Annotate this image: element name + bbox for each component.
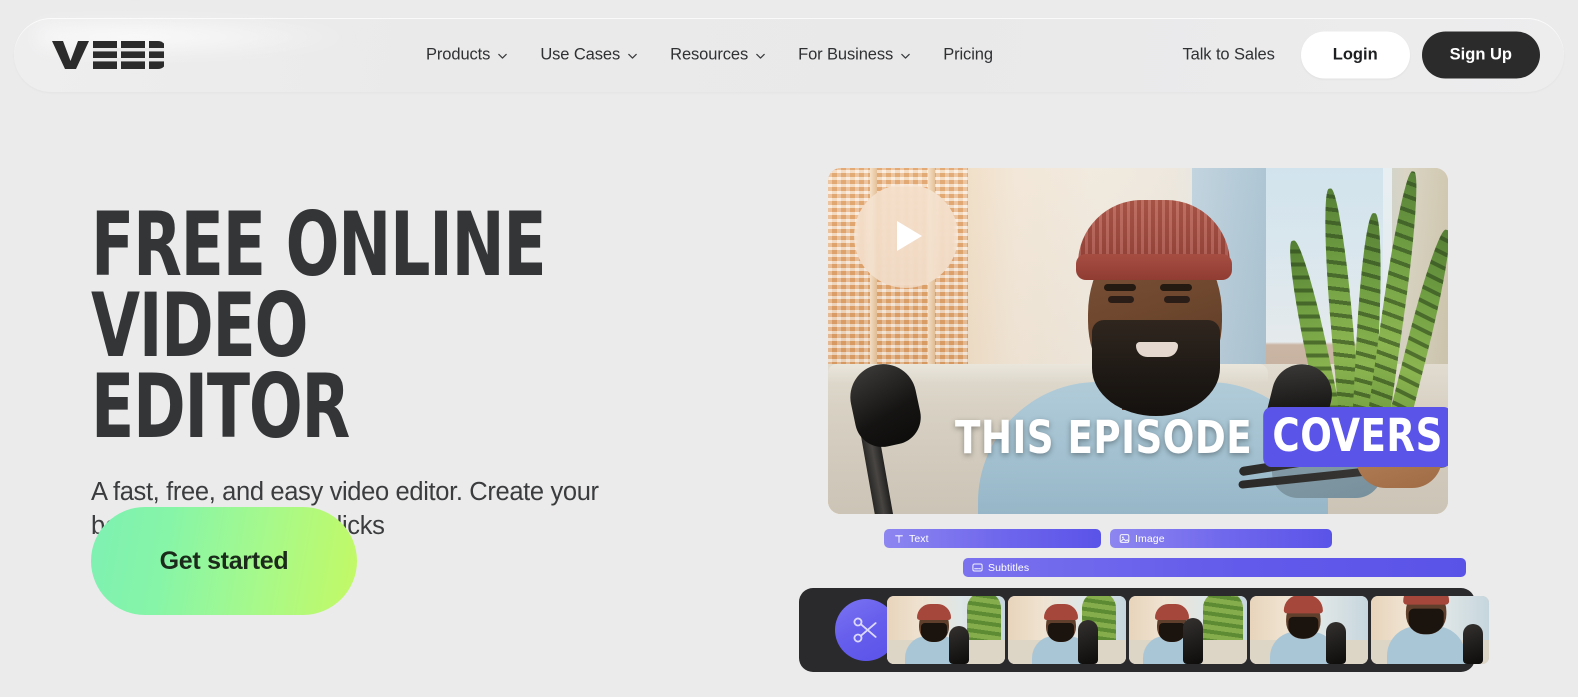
scissors-icon — [853, 617, 877, 643]
image-icon — [1119, 533, 1130, 544]
nav-item-resources-label: Resources — [670, 45, 749, 64]
video-preview[interactable]: THIS EPISODE COVERS — [828, 168, 1448, 514]
hero-left-column: FREE ONLINE VIDEO EDITOR A fast, free, a… — [91, 193, 731, 615]
veed-logo[interactable] — [52, 39, 164, 71]
timeline-clip-subtitles-label: Subtitles — [988, 561, 1030, 574]
page-title: FREE ONLINE VIDEO EDITOR — [91, 193, 547, 458]
nav-item-use-cases-label: Use Cases — [540, 45, 621, 64]
text-icon — [893, 533, 904, 544]
timeline-thumbnails — [887, 596, 1489, 664]
chevron-down-icon — [755, 51, 766, 62]
thumbnail-1[interactable] — [887, 596, 1005, 664]
thumbnail-3[interactable] — [1129, 596, 1247, 664]
navbar: Products Use Cases Resources For Busines… — [14, 18, 1564, 92]
nav-item-use-cases[interactable]: Use Cases — [524, 40, 654, 71]
timeline-clip-subtitles[interactable]: Subtitles — [963, 558, 1466, 577]
timeline-clip-image[interactable]: Image — [1110, 529, 1332, 548]
subtitles-icon — [972, 562, 983, 573]
timeline-clip-text-label: Text — [909, 532, 929, 545]
landing-page: Products Use Cases Resources For Busines… — [0, 0, 1578, 697]
nav-item-pricing-label: Pricing — [943, 45, 993, 64]
nav-item-resources[interactable]: Resources — [654, 40, 782, 71]
play-icon — [897, 221, 922, 251]
timeline-clip-image-label: Image — [1135, 532, 1165, 545]
nav-item-products-label: Products — [426, 45, 491, 64]
timeline-bar — [799, 588, 1489, 672]
thumbnail-4[interactable] — [1250, 596, 1368, 664]
signup-button[interactable]: Sign Up — [1421, 31, 1540, 79]
caption-highlight-text: COVERS — [1263, 407, 1448, 467]
caption-plain-text: THIS EPISODE — [955, 410, 1253, 464]
nav-item-products[interactable]: Products — [410, 40, 524, 71]
video-caption-overlay: THIS EPISODE COVERS — [955, 407, 1448, 467]
play-button[interactable] — [854, 184, 958, 288]
nav-links: Products Use Cases Resources For Busines… — [410, 40, 1009, 71]
nav-actions: Talk to Sales Login Sign Up — [1165, 31, 1540, 79]
get-started-button[interactable]: Get started — [91, 507, 357, 615]
chevron-down-icon — [497, 51, 508, 62]
login-button[interactable]: Login — [1300, 31, 1410, 79]
talk-to-sales-link[interactable]: Talk to Sales — [1165, 36, 1293, 75]
nav-item-pricing[interactable]: Pricing — [927, 40, 1009, 71]
chevron-down-icon — [627, 51, 638, 62]
nav-item-for-business-label: For Business — [798, 45, 894, 64]
chevron-down-icon — [900, 51, 911, 62]
nav-item-for-business[interactable]: For Business — [782, 40, 927, 71]
timeline-clip-text[interactable]: Text — [884, 529, 1101, 548]
thumbnail-2[interactable] — [1008, 596, 1126, 664]
thumbnail-5[interactable] — [1371, 596, 1489, 664]
